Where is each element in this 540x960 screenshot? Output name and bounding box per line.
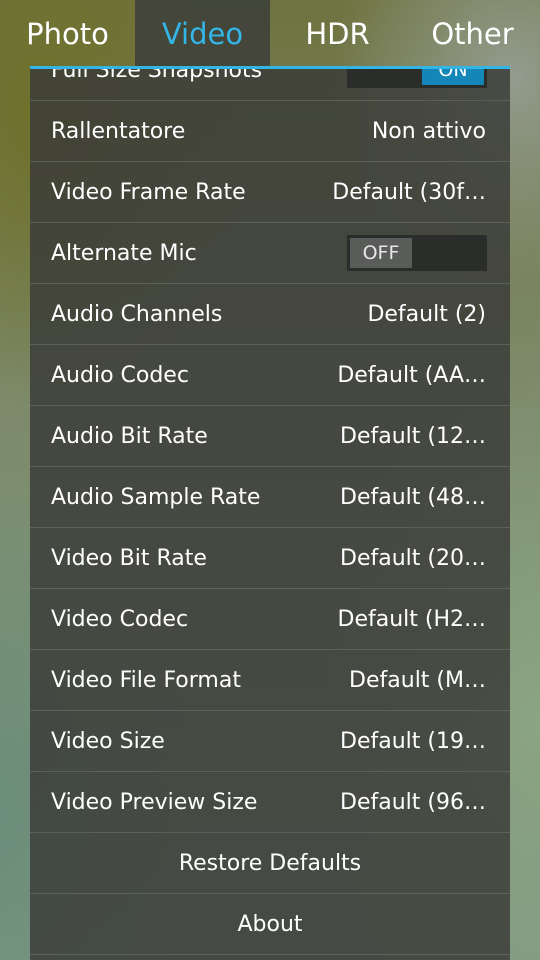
setting-label: Audio Codec xyxy=(51,362,189,388)
setting-value: Default (48… xyxy=(340,484,486,510)
setting-value: Non attivo xyxy=(371,118,486,144)
setting-value: Default (30f… xyxy=(332,179,486,205)
about-label: About xyxy=(237,911,303,937)
setting-label: Video Codec xyxy=(51,606,189,632)
setting-label: Audio Bit Rate xyxy=(51,423,208,449)
setting-label: Video Size xyxy=(51,728,165,754)
setting-audio-codec[interactable]: Audio Codec Default (AA… xyxy=(30,345,510,406)
tab-hdr[interactable]: HDR xyxy=(270,0,405,67)
setting-value: Default (20… xyxy=(340,545,486,571)
setting-value: Default (12… xyxy=(340,423,486,449)
setting-label: Alternate Mic xyxy=(51,240,197,266)
settings-panel[interactable]: Full Size Snapshots ON Rallentatore Non … xyxy=(30,69,510,960)
setting-full-size-snapshots[interactable]: Full Size Snapshots ON xyxy=(30,69,510,101)
setting-value: Default (M… xyxy=(349,667,486,693)
restore-defaults-label: Restore Defaults xyxy=(178,850,362,876)
setting-value: Default (19… xyxy=(340,728,486,754)
setting-video-size[interactable]: Video Size Default (19… xyxy=(30,711,510,772)
settings-list: Full Size Snapshots ON Rallentatore Non … xyxy=(30,69,510,955)
toggle-state: OFF xyxy=(350,238,412,268)
setting-value: Default (H2… xyxy=(337,606,487,632)
setting-label: Video Frame Rate xyxy=(51,179,246,205)
tab-video[interactable]: Video xyxy=(135,0,270,67)
tab-bar: Photo Video HDR Other xyxy=(0,0,540,67)
setting-audio-channels[interactable]: Audio Channels Default (2) xyxy=(30,284,510,345)
setting-video-preview-size[interactable]: Video Preview Size Default (96… xyxy=(30,772,510,833)
setting-value: Default (2) xyxy=(367,301,486,327)
setting-video-frame-rate[interactable]: Video Frame Rate Default (30f… xyxy=(30,162,510,223)
setting-label: Audio Sample Rate xyxy=(51,484,261,510)
setting-label: Audio Channels xyxy=(51,301,223,327)
about-button[interactable]: About xyxy=(30,894,510,955)
full-size-snapshots-toggle[interactable]: ON xyxy=(347,69,487,88)
tab-indicator xyxy=(30,66,510,69)
alternate-mic-toggle[interactable]: OFF xyxy=(347,235,487,271)
setting-label: Video File Format xyxy=(51,667,241,693)
tab-other[interactable]: Other xyxy=(405,0,540,67)
tab-photo[interactable]: Photo xyxy=(0,0,135,67)
setting-video-codec[interactable]: Video Codec Default (H2… xyxy=(30,589,510,650)
setting-audio-sample-rate[interactable]: Audio Sample Rate Default (48… xyxy=(30,467,510,528)
setting-value: Default (96… xyxy=(340,789,486,815)
setting-video-file-format[interactable]: Video File Format Default (M… xyxy=(30,650,510,711)
setting-label: Full Size Snapshots xyxy=(51,69,263,83)
toggle-state: ON xyxy=(422,69,484,85)
setting-label: Video Preview Size xyxy=(51,789,258,815)
setting-audio-bit-rate[interactable]: Audio Bit Rate Default (12… xyxy=(30,406,510,467)
setting-video-bit-rate[interactable]: Video Bit Rate Default (20… xyxy=(30,528,510,589)
setting-label: Rallentatore xyxy=(51,118,186,144)
setting-alternate-mic[interactable]: Alternate Mic OFF xyxy=(30,223,510,284)
setting-value: Default (AA… xyxy=(337,362,486,388)
restore-defaults-button[interactable]: Restore Defaults xyxy=(30,833,510,894)
setting-label: Video Bit Rate xyxy=(51,545,207,571)
setting-rallentatore[interactable]: Rallentatore Non attivo xyxy=(30,101,510,162)
